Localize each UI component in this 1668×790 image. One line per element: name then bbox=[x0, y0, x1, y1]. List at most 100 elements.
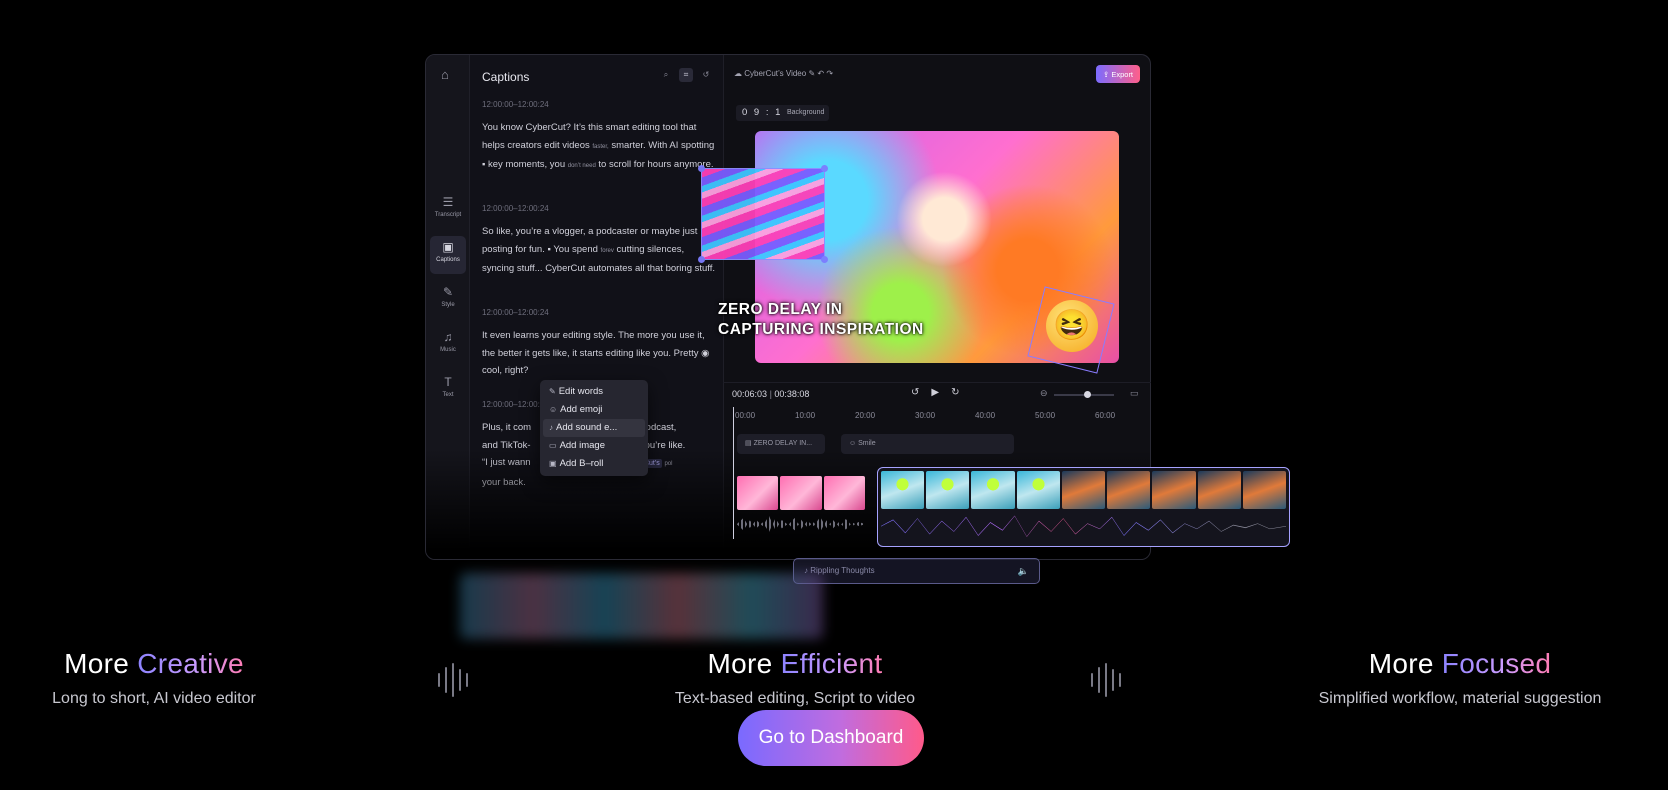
captions-tools: ⌕ ⌗ ↺ bbox=[659, 68, 713, 82]
left-rail: ⌂ ☰ Transcript ▣ Captions ✎ Style ♫ Musi… bbox=[426, 55, 470, 559]
rail-text[interactable]: T Text bbox=[430, 371, 466, 409]
video-clip[interactable] bbox=[737, 476, 865, 536]
style-icon: ✎ bbox=[442, 285, 454, 299]
feature-creative: More Creative Long to short, AI video ed… bbox=[38, 648, 270, 708]
rail-music[interactable]: ♫ Music bbox=[430, 326, 466, 364]
segment-time: 12:00:00–12:00:24 bbox=[482, 100, 549, 109]
playback-controls: ↺ ▶ ↻ bbox=[911, 387, 959, 398]
seg-text-small: pol bbox=[664, 461, 673, 467]
rail-label: Transcript bbox=[434, 212, 462, 218]
menu-label: Add B–roll bbox=[559, 458, 604, 469]
export-label: Export bbox=[1111, 69, 1134, 79]
caption-segment[interactable]: 12:00:00–12:00:24 So like, you’re a vlog… bbox=[482, 204, 718, 278]
captions-title: Captions bbox=[482, 70, 530, 84]
menu-label: Edit words bbox=[558, 386, 604, 397]
video-clip-selected[interactable] bbox=[877, 467, 1290, 547]
zoom-slider-thumb[interactable] bbox=[1084, 391, 1091, 398]
edit-icon[interactable]: ✎ bbox=[808, 69, 815, 78]
cloud-icon: ☁ bbox=[734, 69, 742, 78]
menu-label: Add image bbox=[559, 440, 605, 451]
feature-lead: More bbox=[707, 648, 773, 679]
seg-text-part: your back. bbox=[482, 476, 526, 488]
context-menu: ✎ Edit words ☺ Add emoji ♪ Add sound e... ▭… bbox=[540, 380, 648, 476]
emoji-track-chip[interactable]: ☺ Smile bbox=[841, 434, 1014, 454]
grinning-emoji-icon[interactable]: 😆 bbox=[1046, 300, 1098, 352]
menu-item-add-emoji[interactable]: ☺ Add emoji bbox=[543, 401, 645, 419]
segment-text[interactable]: You know CyberCut? It’s this smart editi… bbox=[482, 119, 718, 176]
search-icon[interactable]: ⌕ bbox=[659, 68, 673, 82]
go-to-dashboard-button[interactable]: Go to Dashboard bbox=[738, 710, 924, 766]
home-icon[interactable]: ⌂ bbox=[441, 67, 449, 82]
undo-icon[interactable]: ↶ bbox=[817, 69, 824, 78]
feature-accent: Efficient bbox=[780, 648, 883, 679]
redo-icon[interactable]: ↷ bbox=[826, 69, 833, 78]
resize-handle[interactable] bbox=[821, 256, 828, 263]
rail-label: Music bbox=[440, 347, 456, 353]
caption-track-chip[interactable]: ▤ ZERO DELAY IN... bbox=[737, 434, 825, 454]
waveform-divider-icon bbox=[1091, 663, 1121, 697]
forward-icon[interactable]: ↻ bbox=[951, 387, 959, 398]
playhead[interactable] bbox=[733, 407, 734, 539]
playback-time: 00:06:03 | 00:38:08 bbox=[732, 389, 810, 399]
chip-label: Smile bbox=[858, 440, 876, 447]
ruler-tick: 50:00 bbox=[1035, 411, 1056, 420]
ruler-tick: 60:00 bbox=[1095, 411, 1116, 420]
zoom-slider[interactable] bbox=[1054, 391, 1114, 398]
menu-item-add-image[interactable]: ▭ Add image bbox=[543, 437, 645, 455]
resize-handle[interactable] bbox=[698, 256, 705, 263]
resize-handle[interactable] bbox=[821, 165, 828, 172]
blurred-clip-strip bbox=[460, 573, 823, 639]
rail-label: Text bbox=[442, 392, 454, 398]
ruler-tick: 30:00 bbox=[915, 411, 936, 420]
captions-icon: ▣ bbox=[442, 240, 454, 254]
feature-description: Long to short, AI video editor bbox=[52, 690, 256, 707]
ruler-tick: 40:00 bbox=[975, 411, 996, 420]
emoji-marker-icon: ◉ bbox=[701, 347, 710, 359]
seg-text-part: cool, right? bbox=[482, 365, 529, 376]
current-time: 00:06:03 bbox=[732, 389, 768, 399]
seg-text-part: smarter. With AI spotting bbox=[611, 139, 715, 151]
menu-item-edit-words[interactable]: ✎ Edit words bbox=[543, 383, 645, 401]
project-name[interactable]: ☁ CyberCut’s Video ✎ ↶ ↷ bbox=[734, 69, 833, 78]
menu-item-add-sound[interactable]: ♪ Add sound e... bbox=[543, 419, 645, 437]
speaker-icon[interactable]: 🔈 bbox=[1018, 559, 1029, 583]
ruler-tick: 00:00 bbox=[735, 411, 756, 420]
seg-text-part: “I just wann bbox=[482, 457, 531, 468]
overlay-image[interactable] bbox=[698, 165, 828, 263]
menu-item-add-broll[interactable]: ▣ Add B–roll bbox=[543, 455, 645, 473]
resize-handle[interactable] bbox=[698, 165, 705, 172]
fit-icon[interactable]: ▭ bbox=[1130, 388, 1139, 399]
feature-title: More Focused bbox=[1300, 648, 1620, 680]
undo-icon[interactable]: ↺ bbox=[699, 68, 713, 82]
rail-transcript[interactable]: ☰ Transcript bbox=[430, 191, 466, 229]
feature-title: More Creative bbox=[38, 648, 270, 680]
menu-label: Add emoji bbox=[560, 404, 603, 415]
background-chip[interactable]: Background bbox=[782, 105, 830, 121]
caption-overlay[interactable]: ZERO DELAY IN CAPTURING INSPIRATION bbox=[718, 300, 924, 340]
ruler-tick: 10:00 bbox=[795, 411, 816, 420]
caption-segment[interactable]: 12:00:00–12:00:24 You know CyberCut? It’… bbox=[482, 100, 718, 176]
rail-captions[interactable]: ▣ Captions bbox=[430, 236, 466, 274]
rail-style[interactable]: ✎ Style bbox=[430, 281, 466, 319]
seg-text-small: forev bbox=[600, 247, 614, 254]
feature-lead: More bbox=[1368, 648, 1434, 679]
zoom-out-icon[interactable]: ⊖ bbox=[1040, 388, 1048, 399]
segment-text[interactable]: It even learns your editing style. The m… bbox=[482, 327, 718, 380]
rewind-icon[interactable]: ↺ bbox=[911, 387, 919, 398]
smile-icon: ☺ bbox=[549, 405, 558, 414]
total-time: 00:38:08 bbox=[774, 389, 810, 399]
rail-label: Captions bbox=[436, 257, 460, 263]
split-icon[interactable]: ⌗ bbox=[679, 68, 693, 82]
project-title: CyberCut’s Video bbox=[744, 69, 807, 78]
rail-label: Style bbox=[441, 302, 455, 308]
image-icon: ▭ bbox=[549, 441, 557, 450]
music-track[interactable]: ♪ Rippling Thoughts 🔈 bbox=[793, 558, 1040, 584]
caption-segment[interactable]: 12:00:00–12:00:24 It even learns your ed… bbox=[482, 308, 718, 380]
export-button[interactable]: ⇪ Export bbox=[1096, 65, 1140, 83]
seg-text-small: faster, bbox=[592, 143, 609, 150]
emoji-marker-icon: ▪ bbox=[547, 243, 551, 255]
ruler-tick: 20:00 bbox=[855, 411, 876, 420]
play-icon[interactable]: ▶ bbox=[931, 387, 939, 398]
segment-text[interactable]: So like, you’re a vlogger, a podcaster o… bbox=[482, 223, 718, 278]
seg-text-part: Plus, it com bbox=[482, 422, 532, 433]
